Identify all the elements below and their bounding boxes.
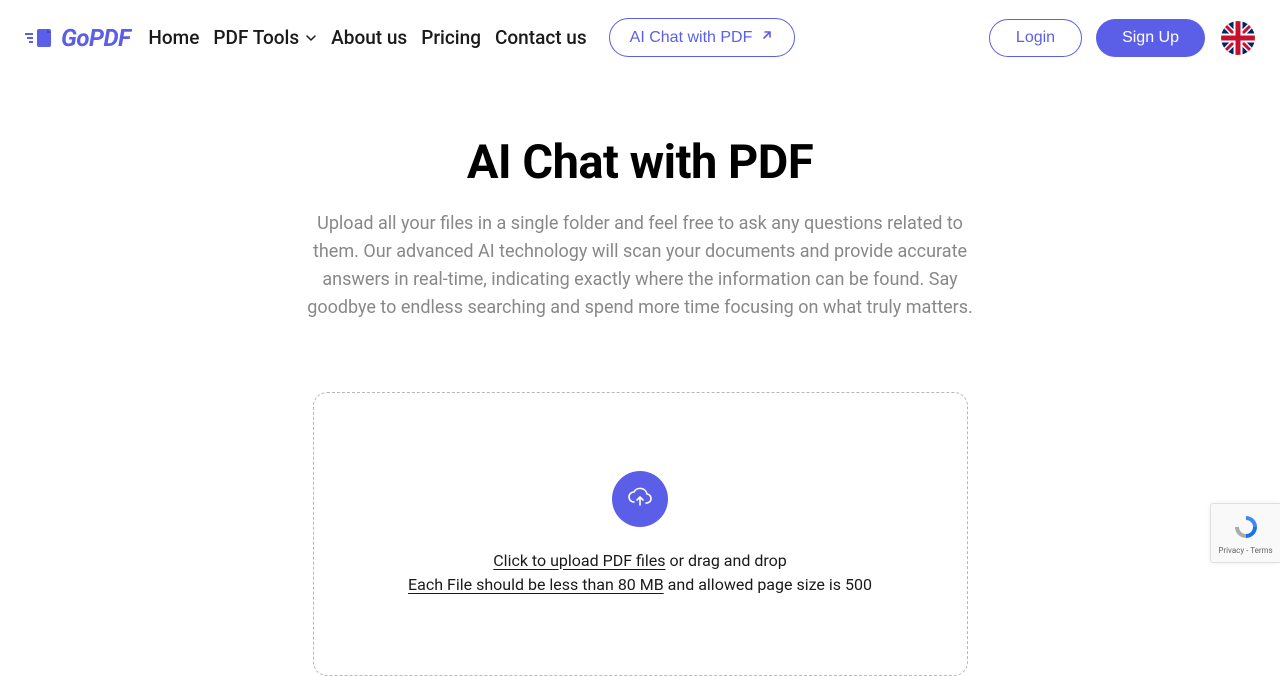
chevron-down-icon: [305, 26, 317, 49]
nav-pricing[interactable]: Pricing: [421, 26, 481, 49]
recaptcha-links: Privacy - Terms: [1218, 546, 1272, 555]
page-description: Upload all your files in a single folder…: [300, 210, 980, 322]
ai-chat-label: AI Chat with PDF: [630, 29, 753, 47]
upload-drag-text: or drag and drop: [666, 551, 787, 570]
recaptcha-terms[interactable]: Terms: [1250, 546, 1272, 555]
upload-limit-text: Each File should be less than 80 MB: [408, 575, 664, 594]
upload-instruction-2: Each File should be less than 80 MB and …: [354, 573, 927, 597]
main-nav: Home PDF Tools About us Pricing Contact …: [148, 18, 795, 57]
arrow-up-right-icon: [760, 28, 774, 47]
recaptcha-icon: [1231, 512, 1261, 544]
login-button[interactable]: Login: [989, 19, 1082, 57]
header: GoPDF Home PDF Tools About us Pricing Co…: [0, 0, 1280, 75]
cloud-upload-icon: [612, 471, 668, 527]
logo[interactable]: GoPDF: [25, 24, 130, 52]
page-title: AI Chat with PDF: [180, 135, 1100, 190]
nav-pdf-tools-label: PDF Tools: [213, 26, 299, 49]
logo-text: GoPDF: [61, 24, 130, 52]
language-flag-uk[interactable]: [1221, 21, 1255, 55]
ai-chat-with-pdf-button[interactable]: AI Chat with PDF: [609, 18, 796, 57]
nav-home[interactable]: Home: [148, 26, 199, 49]
upload-click-text: Click to upload PDF files: [493, 551, 665, 570]
logo-icon: [25, 27, 55, 49]
recaptcha-privacy[interactable]: Privacy: [1218, 546, 1244, 555]
nav-pdf-tools[interactable]: PDF Tools: [213, 26, 317, 49]
signup-button[interactable]: Sign Up: [1096, 19, 1205, 57]
upload-page-text: and allowed page size is 500: [664, 575, 872, 594]
upload-instruction-1: Click to upload PDF files or drag and dr…: [354, 549, 927, 573]
main-content: AI Chat with PDF Upload all your files i…: [160, 135, 1120, 676]
nav-about[interactable]: About us: [331, 26, 407, 49]
nav-contact[interactable]: Contact us: [495, 26, 587, 49]
recaptcha-badge[interactable]: Privacy - Terms: [1210, 503, 1280, 563]
